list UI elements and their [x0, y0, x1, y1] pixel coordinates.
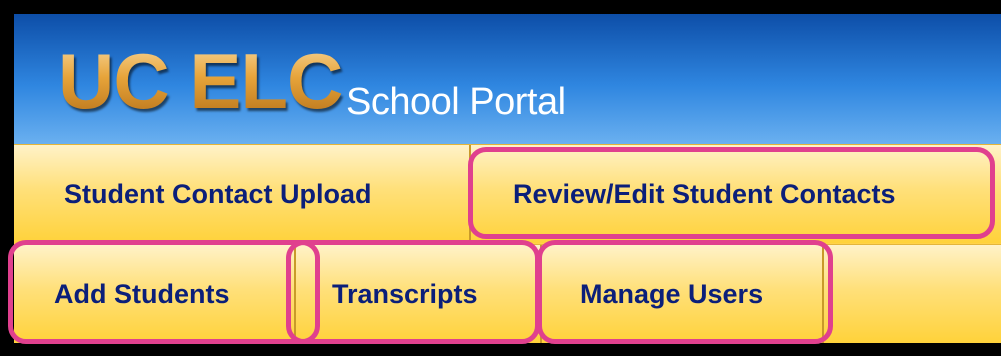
- navigation-menu: Student Contact Upload Review/Edit Stude…: [14, 144, 1001, 343]
- nav-tab-label: Manage Users: [580, 279, 764, 309]
- portal-subtitle: School Portal: [346, 81, 566, 123]
- portal-screenshot: UC ELC School Portal Student Contact Upl…: [0, 0, 1001, 356]
- nav-tab-transcripts[interactable]: Transcripts: [296, 245, 542, 343]
- portal-header: UC ELC School Portal: [14, 14, 1001, 144]
- nav-row-2: Add Students Transcripts Manage Users: [14, 244, 1001, 343]
- nav-tab-label: Student Contact Upload: [64, 179, 372, 209]
- nav-tab-label: Add Students: [54, 279, 230, 309]
- uc-elc-logo: UC ELC: [58, 37, 343, 125]
- nav-tab-label: Transcripts: [332, 279, 478, 309]
- nav-tab-student-contact-upload[interactable]: Student Contact Upload: [14, 145, 471, 243]
- nav-row-1: Student Contact Upload Review/Edit Stude…: [14, 144, 1001, 243]
- nav-tab-manage-users[interactable]: Manage Users: [542, 245, 824, 343]
- nav-tab-add-students[interactable]: Add Students: [14, 245, 296, 343]
- nav-tab-label: Review/Edit Student Contacts: [513, 179, 896, 209]
- nav-tab-review-edit-student-contacts[interactable]: Review/Edit Student Contacts: [471, 145, 1001, 243]
